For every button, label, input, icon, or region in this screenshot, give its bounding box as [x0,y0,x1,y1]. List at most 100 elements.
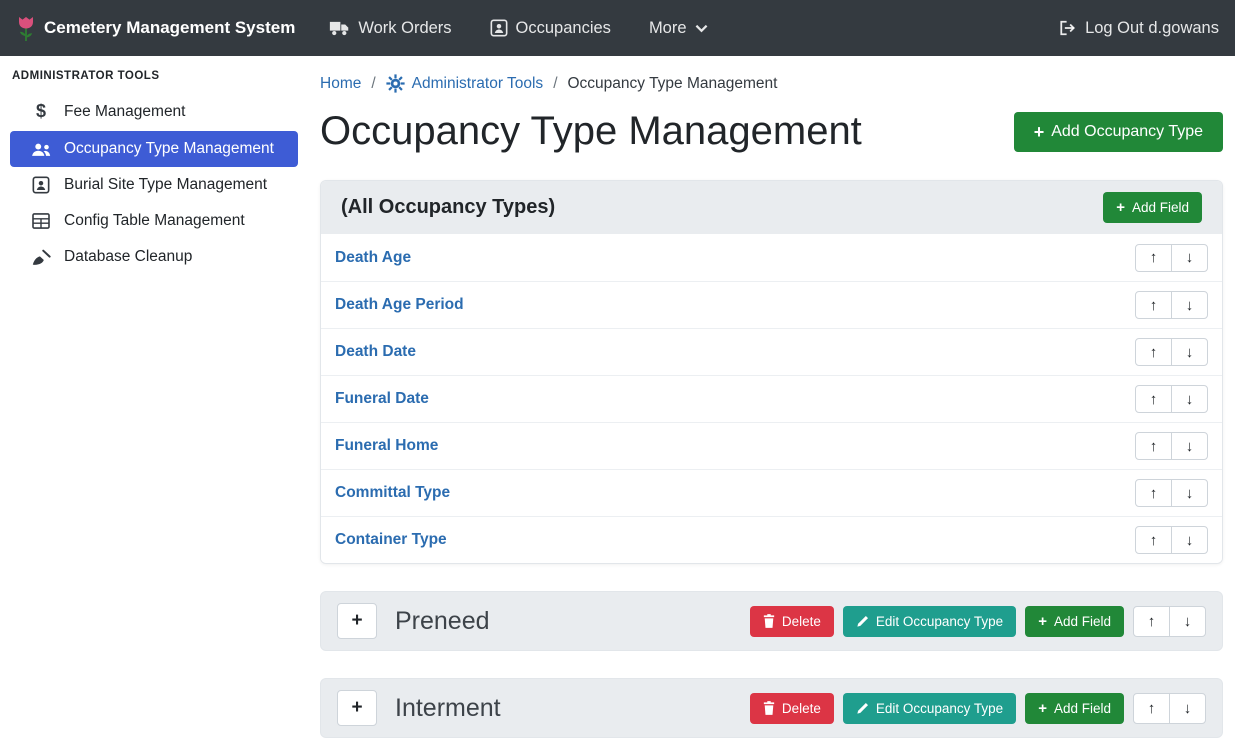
arrow-up-icon: ↑ [1150,297,1158,314]
card-title: (All Occupancy Types) [341,196,555,219]
plus-icon: + [1038,701,1047,716]
sidebar-item-config-table-management[interactable]: Config Table Management [0,203,308,239]
section-actions: Delete Edit Occupancy Type + Add Field ↑ [750,606,1206,637]
move-down-button[interactable]: ↓ [1171,244,1208,272]
move-down-button[interactable]: ↓ [1169,606,1206,637]
logout-label: Log Out d.gowans [1085,19,1219,38]
top-navbar: Cemetery Management System Work Orders [0,0,1235,56]
sidebar-item-database-cleanup[interactable]: Database Cleanup [0,239,308,275]
arrow-up-icon: ↑ [1150,532,1158,549]
table-icon [30,213,52,229]
app-brand[interactable]: Cemetery Management System [16,15,295,42]
tulip-logo-icon [16,15,36,42]
arrow-up-icon: ↑ [1150,391,1158,408]
arrow-down-icon: ↓ [1186,391,1194,408]
plus-icon: + [1116,200,1125,215]
section-interment: + Interment Delete [320,678,1223,738]
breadcrumb-home-link[interactable]: Home [320,75,361,93]
field-link-funeral-date[interactable]: Funeral Date [335,390,429,408]
move-down-button[interactable]: ↓ [1171,479,1208,507]
edit-occupancy-type-button[interactable]: Edit Occupancy Type [843,606,1016,637]
nav-more[interactable]: More [649,19,708,38]
pencil-icon [856,615,869,628]
move-up-button[interactable]: ↑ [1135,291,1172,319]
reorder-buttons: ↑ ↓ [1135,291,1208,319]
field-row: Death Date ↑ ↓ [321,328,1222,375]
sidebar-item-fee-management[interactable]: $ Fee Management [0,92,308,131]
add-field-button[interactable]: + Add Field [1103,192,1202,223]
logout-button[interactable]: Log Out d.gowans [1058,19,1219,38]
move-down-button[interactable]: ↓ [1171,432,1208,460]
move-up-button[interactable]: ↑ [1135,479,1172,507]
arrow-down-icon: ↓ [1184,700,1192,717]
arrow-up-icon: ↑ [1150,249,1158,266]
move-down-button[interactable]: ↓ [1169,693,1206,724]
arrow-down-icon: ↓ [1186,485,1194,502]
move-up-button[interactable]: ↑ [1135,526,1172,554]
move-up-button[interactable]: ↑ [1135,385,1172,413]
field-link-funeral-home[interactable]: Funeral Home [335,437,438,455]
sidebar-item-burial-site-type-management[interactable]: Burial Site Type Management [0,167,308,203]
breadcrumb-current: Occupancy Type Management [568,75,778,93]
section-title: Preneed [395,607,490,636]
dollar-icon: $ [30,101,52,122]
navbar-menu: Work Orders Occupancies More [329,19,707,38]
arrow-up-icon: ↑ [1150,485,1158,502]
logout-icon [1058,20,1077,36]
field-link-death-date[interactable]: Death Date [335,343,416,361]
delete-button[interactable]: Delete [750,606,834,637]
trash-icon [763,701,775,715]
nav-occupancies-label: Occupancies [516,19,611,38]
gear-icon [386,74,405,93]
burial-site-icon [30,176,52,194]
chevron-down-icon [695,24,708,33]
delete-button[interactable]: Delete [750,693,834,724]
expand-button[interactable]: + [337,603,377,639]
add-field-button[interactable]: + Add Field [1025,606,1124,637]
breadcrumb: Home / [320,74,1223,93]
arrow-up-icon: ↑ [1150,344,1158,361]
arrow-down-icon: ↓ [1186,344,1194,361]
reorder-buttons: ↑ ↓ [1133,606,1206,637]
move-down-button[interactable]: ↓ [1171,526,1208,554]
edit-occupancy-type-button[interactable]: Edit Occupancy Type [843,693,1016,724]
section-preneed: + Preneed Delete [320,591,1223,651]
trash-icon [763,614,775,628]
sidebar-item-occupancy-type-management[interactable]: Occupancy Type Management [10,131,298,167]
broom-icon [30,249,52,266]
arrow-up-icon: ↑ [1148,613,1156,630]
field-row: Death Age ↑ ↓ [321,234,1222,281]
move-up-button[interactable]: ↑ [1135,244,1172,272]
plus-icon: + [1034,123,1045,141]
sidebar-item-label: Burial Site Type Management [64,176,267,194]
all-occupancy-types-card: (All Occupancy Types) + Add Field Death … [320,180,1223,564]
nav-work-orders-label: Work Orders [358,19,451,38]
field-link-death-age[interactable]: Death Age [335,249,411,267]
reorder-buttons: ↑ ↓ [1135,385,1208,413]
move-up-button[interactable]: ↑ [1135,338,1172,366]
reorder-buttons: ↑ ↓ [1135,244,1208,272]
field-link-container-type[interactable]: Container Type [335,531,447,549]
reorder-buttons: ↑ ↓ [1135,432,1208,460]
move-up-button[interactable]: ↑ [1133,693,1170,724]
move-down-button[interactable]: ↓ [1171,291,1208,319]
field-link-committal-type[interactable]: Committal Type [335,484,450,502]
move-up-button[interactable]: ↑ [1133,606,1170,637]
plus-icon: + [1038,614,1047,629]
add-occupancy-type-button[interactable]: + Add Occupancy Type [1014,112,1223,152]
pencil-icon [856,702,869,715]
brand-title: Cemetery Management System [44,18,295,38]
add-field-button[interactable]: + Add Field [1025,693,1124,724]
move-down-button[interactable]: ↓ [1171,338,1208,366]
nav-occupancies[interactable]: Occupancies [490,19,611,38]
breadcrumb-admin-tools-link[interactable]: Administrator Tools [386,74,544,93]
breadcrumb-admin-tools-label: Administrator Tools [412,75,544,93]
field-row: Funeral Date ↑ ↓ [321,375,1222,422]
nav-work-orders[interactable]: Work Orders [329,19,451,38]
sidebar: Administrator Tools $ Fee Management Occ… [0,56,308,738]
expand-button[interactable]: + [337,690,377,726]
move-down-button[interactable]: ↓ [1171,385,1208,413]
field-link-death-age-period[interactable]: Death Age Period [335,296,464,314]
move-up-button[interactable]: ↑ [1135,432,1172,460]
sidebar-item-label: Config Table Management [64,212,245,230]
